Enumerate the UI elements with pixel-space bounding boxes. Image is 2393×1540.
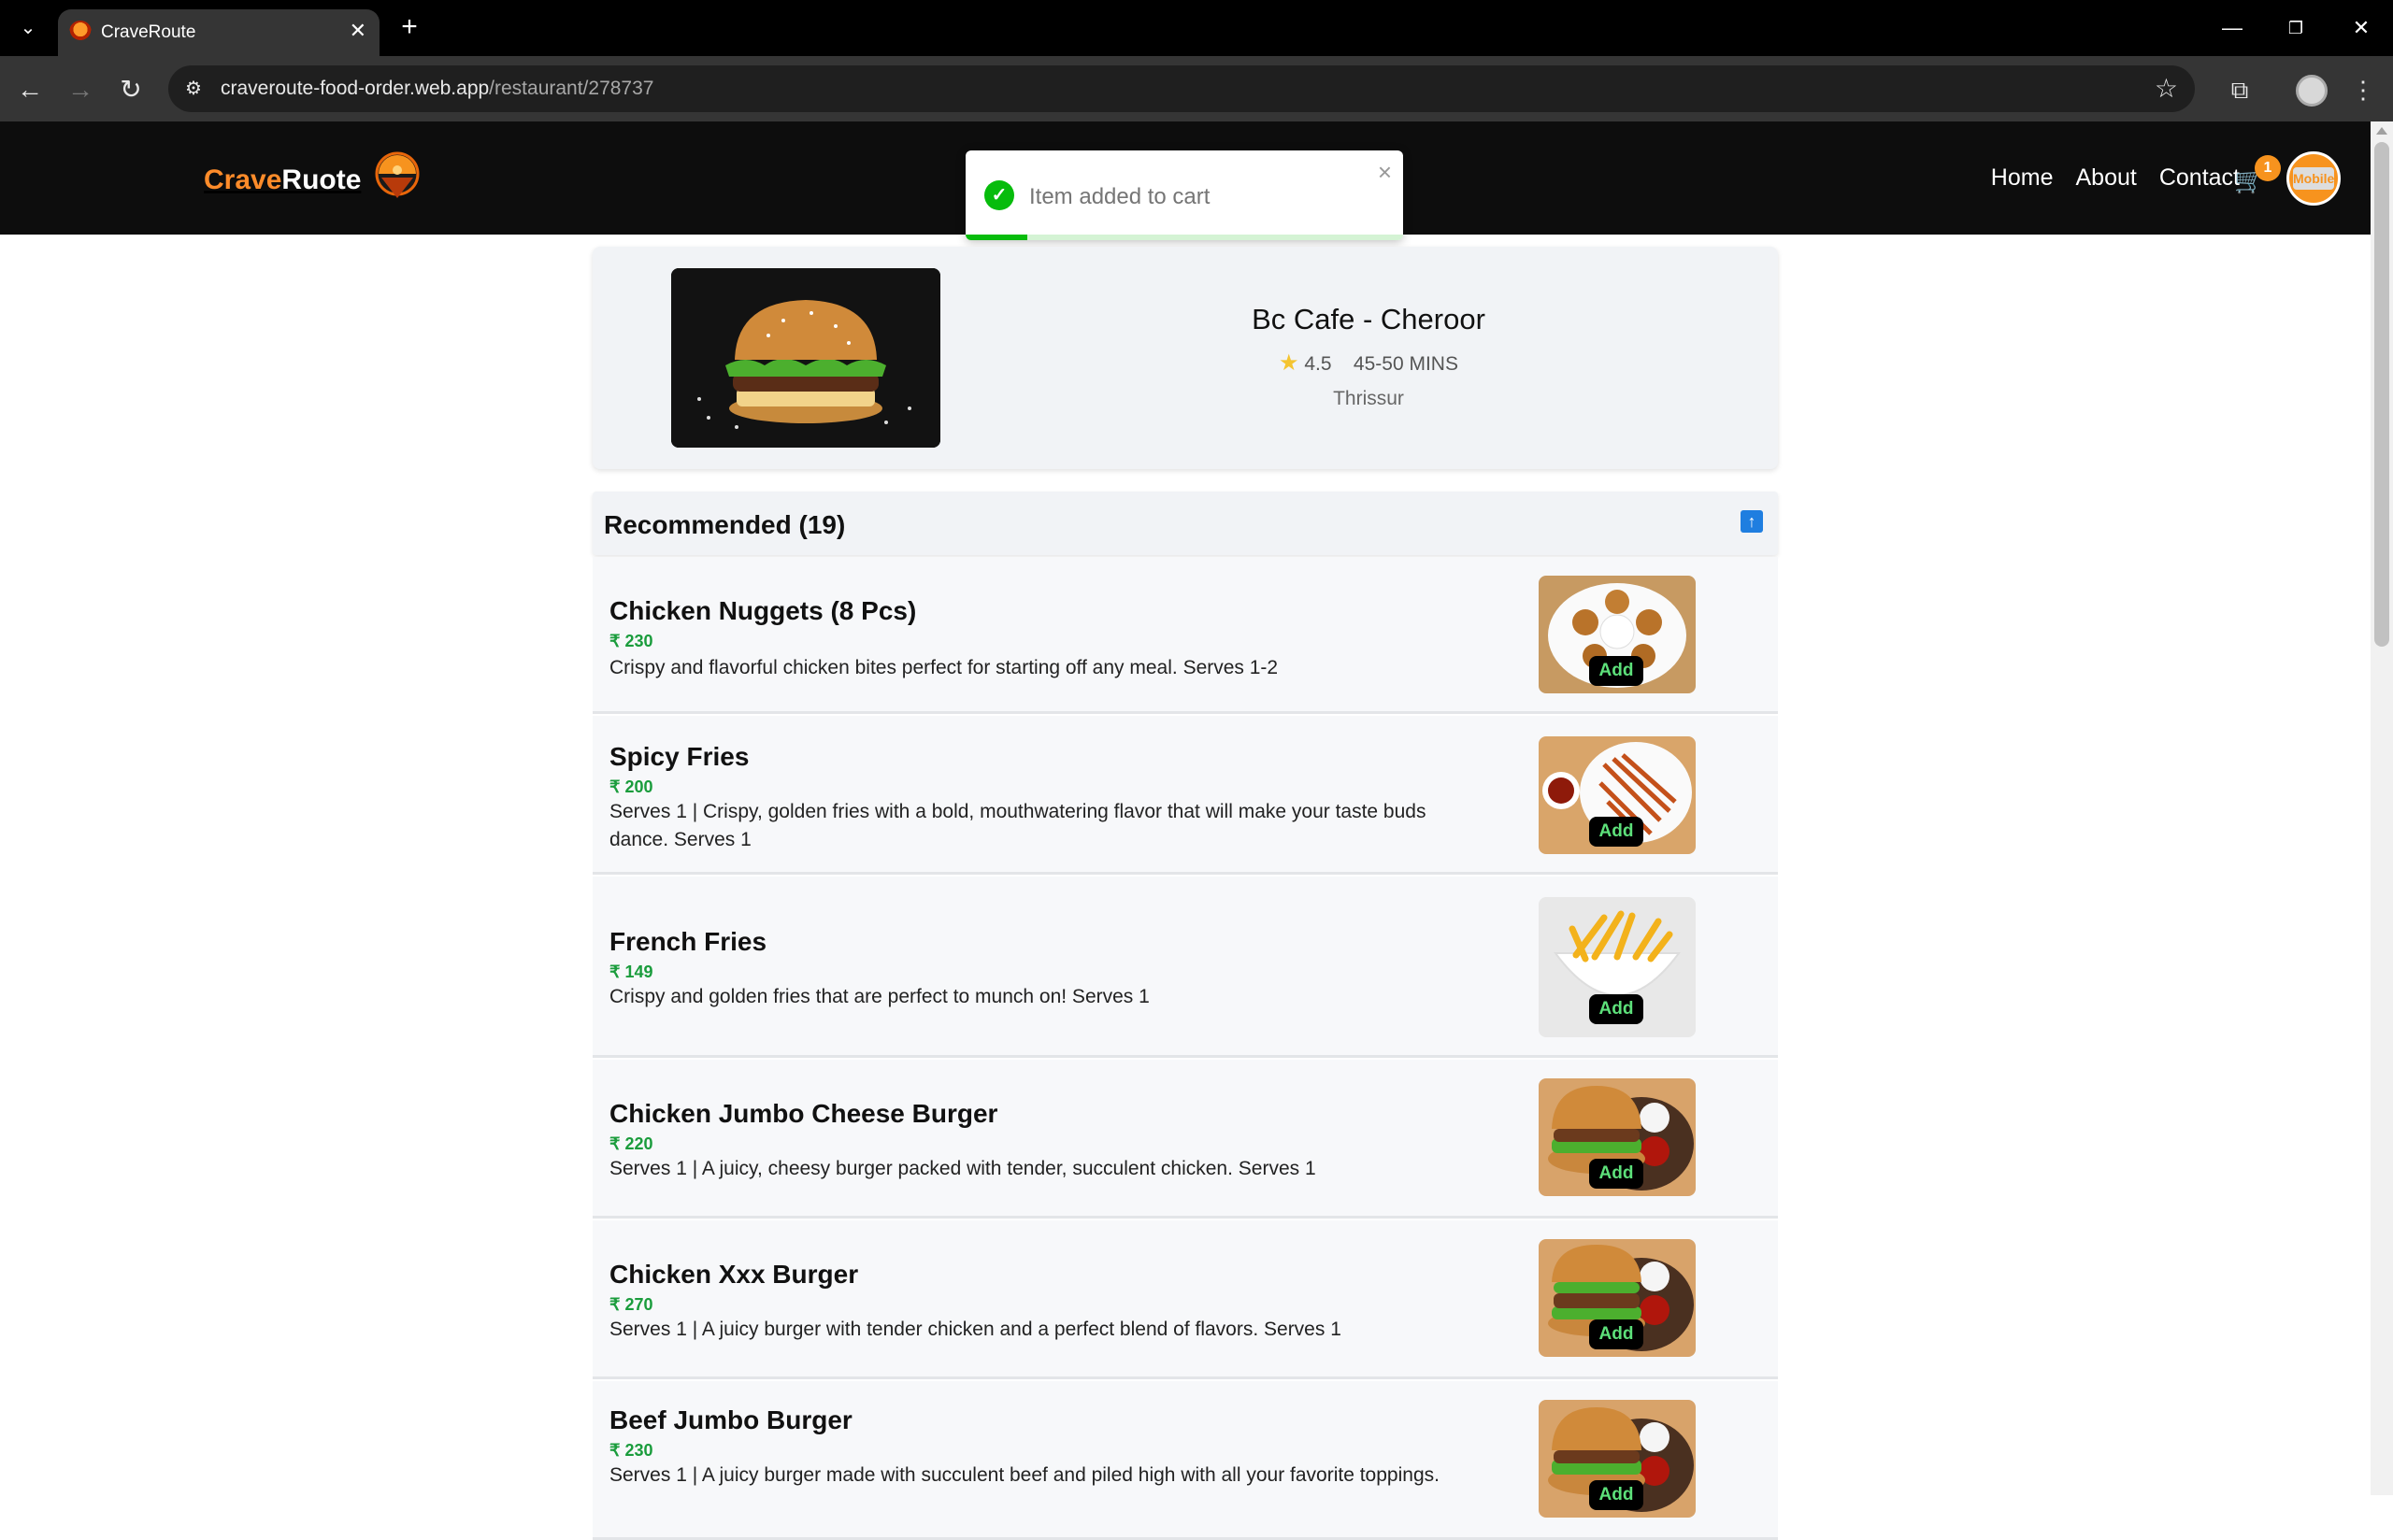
item-name: French Fries <box>609 927 767 956</box>
restaurant-image <box>671 268 940 448</box>
restaurant-location: Thrissur <box>1333 388 1404 409</box>
tab-close-icon[interactable]: ✕ <box>350 19 366 43</box>
item-description: Crispy and flavorful chicken bites perfe… <box>609 657 1279 678</box>
item-description: Crispy and golden fries that are perfect… <box>609 986 1150 1007</box>
add-button[interactable]: Add <box>1589 656 1643 686</box>
toast-message: Item added to cart <box>1029 184 1211 209</box>
nav-home-link[interactable]: Home <box>1991 164 2054 192</box>
page-scrollbar[interactable] <box>2371 121 2393 1495</box>
item-image: Add <box>1539 1400 1696 1518</box>
item-image: Add <box>1539 1239 1696 1357</box>
item-description: Serves 1 | A juicy burger with tender ch… <box>609 1319 1341 1340</box>
toast-progress-bar <box>966 235 1403 240</box>
forward-icon[interactable]: → <box>62 71 99 108</box>
item-name: Chicken Xxx Burger <box>609 1260 859 1289</box>
minimize-icon[interactable]: — <box>2214 13 2251 43</box>
item-name: Spicy Fries <box>609 742 750 771</box>
item-price: ₹ 230 <box>609 632 653 650</box>
main-nav: Home About Contact <box>1991 164 2240 192</box>
restaurant-card: Bc Cafe - Cheroor ★ 4.5 45-50 MINS Thris… <box>593 247 1778 469</box>
nav-about-link[interactable]: About <box>2075 164 2136 192</box>
window-close-icon[interactable]: ✕ <box>2343 13 2380 43</box>
bookmark-star-icon[interactable]: ☆ <box>2155 73 2178 104</box>
restaurant-info: Bc Cafe - Cheroor ★ 4.5 45-50 MINS Thris… <box>1154 303 1583 410</box>
avatar[interactable]: Mobile <box>2286 151 2341 206</box>
menu-item: Beef Jumbo Burger ₹ 230 Serves 1 | A jui… <box>593 1381 1778 1540</box>
item-description: Serves 1 | A juicy burger made with succ… <box>609 1464 1440 1486</box>
toast-progress-fill <box>966 235 1027 240</box>
address-bar[interactable]: ⚙ craveroute-food-order.web.app/restaura… <box>168 65 2195 112</box>
site-info-icon[interactable]: ⚙ <box>181 77 206 101</box>
restaurant-rating: 4.5 <box>1304 353 1332 375</box>
add-button[interactable]: Add <box>1589 1480 1643 1510</box>
reload-icon[interactable]: ↻ <box>112 71 150 108</box>
add-button[interactable]: Add <box>1589 1319 1643 1349</box>
menu-item: Spicy Fries ₹ 200 Serves 1 | Crispy, gol… <box>593 716 1778 875</box>
avatar-label: Mobile <box>2293 167 2334 190</box>
item-price: ₹ 220 <box>609 1134 653 1153</box>
recommended-section-header[interactable]: Recommended (19) ↑ <box>593 492 1778 555</box>
tab-title: CraveRoute <box>101 22 196 42</box>
toast-close-icon[interactable]: × <box>1378 158 1392 187</box>
star-icon: ★ <box>1279 350 1299 376</box>
scrollbar-thumb[interactable] <box>2374 142 2389 647</box>
item-image: Add <box>1539 897 1696 1037</box>
item-description: Serves 1 | Crispy, golden fries with a b… <box>609 801 1426 850</box>
restaurant-meta: ★ 4.5 45-50 MINS <box>1154 349 1583 377</box>
toast-notification: ✓ Item added to cart × <box>966 150 1403 240</box>
section-title: Recommended (19) <box>604 510 846 539</box>
new-tab-icon[interactable]: + <box>393 11 426 45</box>
item-price: ₹ 200 <box>609 777 653 796</box>
browser-tab[interactable]: CraveRoute ✕ <box>58 9 380 56</box>
add-button[interactable]: Add <box>1589 817 1643 847</box>
item-name: Chicken Nuggets (8 Pcs) <box>609 596 917 625</box>
menu-item: Chicken Jumbo Cheese Burger ₹ 220 Serves… <box>593 1060 1778 1219</box>
menu-kebab-icon[interactable]: ⋮ <box>2344 71 2382 108</box>
site-logo[interactable]: CraveRuote <box>204 164 361 196</box>
profile-icon[interactable] <box>2296 75 2328 107</box>
browser-toolbar: ← → ↻ ⚙ craveroute-food-order.web.app/re… <box>0 56 2393 121</box>
item-name: Chicken Jumbo Cheese Burger <box>609 1099 998 1128</box>
nav-contact-link[interactable]: Contact <box>2159 164 2240 192</box>
tab-search-icon[interactable]: ⌄ <box>13 15 43 41</box>
browser-tab-bar: ⌄ CraveRoute ✕ + — ❐ ✕ <box>0 0 2393 56</box>
url-text: craveroute-food-order.web.app/restaurant… <box>221 78 654 99</box>
item-description: Serves 1 | A juicy, cheesy burger packed… <box>609 1158 1316 1179</box>
cart-count-badge: 1 <box>2255 155 2281 181</box>
back-icon[interactable]: ← <box>11 71 49 108</box>
item-price: ₹ 230 <box>609 1441 653 1460</box>
item-price: ₹ 149 <box>609 962 653 981</box>
item-image: Add <box>1539 576 1696 693</box>
collapse-arrow-icon[interactable]: ↑ <box>1741 510 1763 533</box>
check-circle-icon: ✓ <box>984 180 1014 210</box>
menu-item: French Fries ₹ 149 Crispy and golden fri… <box>593 877 1778 1058</box>
restore-icon[interactable]: ❐ <box>2277 13 2314 43</box>
delivery-time: 45-50 MINS <box>1353 353 1458 375</box>
item-price: ₹ 270 <box>609 1295 653 1314</box>
item-name: Beef Jumbo Burger <box>609 1405 853 1434</box>
restaurant-name: Bc Cafe - Cheroor <box>1252 303 1485 335</box>
favicon-icon <box>69 21 92 43</box>
logo-icon <box>375 151 420 198</box>
menu-item: Chicken Nuggets (8 Pcs) ₹ 230 Crispy and… <box>593 557 1778 714</box>
add-button[interactable]: Add <box>1589 994 1643 1024</box>
item-image: Add <box>1539 1078 1696 1196</box>
menu-item: Chicken Xxx Burger ₹ 270 Serves 1 | A ju… <box>593 1220 1778 1379</box>
extensions-icon[interactable]: ⧉ <box>2221 71 2258 108</box>
scroll-up-arrow-icon[interactable] <box>2376 127 2387 135</box>
item-image: Add <box>1539 736 1696 854</box>
add-button[interactable]: Add <box>1589 1159 1643 1189</box>
